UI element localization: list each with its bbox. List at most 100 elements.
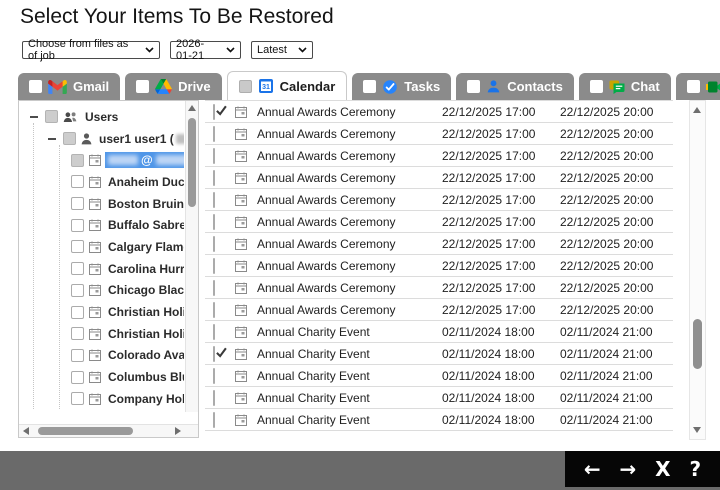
tree-item-checkbox[interactable] [71, 371, 84, 384]
tree-item[interactable]: Chicago Blackha [19, 280, 184, 302]
tree-item-checkbox[interactable] [71, 349, 84, 362]
tab-gmail[interactable]: Gmail [18, 73, 120, 100]
event-row[interactable]: Annual Awards Ceremony 22/12/2025 17:00 … [205, 101, 673, 123]
event-row[interactable]: Annual Charity Event 02/11/2024 18:00 02… [205, 365, 673, 387]
scroll-up-arrow-icon[interactable] [188, 105, 196, 111]
event-row[interactable]: Annual Awards Ceremony 22/12/2025 17:00 … [205, 123, 673, 145]
tab-drive[interactable]: Drive [125, 73, 222, 100]
event-row[interactable]: Annual Awards Ceremony 22/12/2025 17:00 … [205, 189, 673, 211]
back-button[interactable]: ← [584, 459, 601, 479]
tab-checkbox[interactable] [687, 80, 700, 93]
tab-calendar[interactable]: 31 Calendar [227, 71, 348, 100]
event-row[interactable]: Annual Charity Event 02/11/2024 18:00 02… [205, 321, 673, 343]
help-button[interactable]: ? [689, 459, 701, 479]
collapse-toggle[interactable] [48, 138, 56, 140]
calendar-glyph-icon [235, 370, 257, 382]
tree-item-checkbox[interactable] [71, 175, 84, 188]
tree-item-checkbox[interactable] [71, 154, 84, 167]
job-source-select[interactable]: Choose from files as of job [22, 41, 160, 59]
tree-item[interactable]: Boston Bruins [19, 193, 184, 215]
tab-checkbox[interactable] [363, 80, 376, 93]
tree-item[interactable]: Carolina Hurrica [19, 258, 184, 280]
event-checkbox[interactable] [213, 302, 215, 318]
job-version-select[interactable]: Latest [251, 41, 313, 59]
tree-item[interactable]: Buffalo Sabres [19, 214, 184, 236]
tree-item[interactable]: Calgary Flames [19, 236, 184, 258]
event-start: 22/12/2025 17:00 [442, 171, 560, 185]
event-start: 22/12/2025 17:00 [442, 281, 560, 295]
event-checkbox[interactable] [213, 324, 215, 340]
event-row[interactable]: Annual Charity Event 02/11/2024 18:00 02… [205, 387, 673, 409]
tree-vertical-scroll-thumb[interactable] [188, 118, 196, 207]
event-row[interactable]: Annual Awards Ceremony 22/12/2025 17:00 … [205, 145, 673, 167]
tree-item[interactable]: Company Holida [19, 388, 184, 410]
table-vertical-scroll-thumb[interactable] [693, 319, 702, 369]
event-checkbox[interactable] [213, 280, 215, 296]
table-vertical-scrollbar[interactable] [689, 100, 706, 440]
tree-item-checkbox[interactable] [71, 284, 84, 297]
collapse-toggle[interactable] [30, 116, 38, 118]
job-version-value: Latest [257, 44, 287, 56]
tab-contacts[interactable]: Contacts [456, 73, 574, 100]
event-checkbox[interactable] [213, 192, 215, 208]
event-checkbox[interactable] [213, 104, 215, 120]
event-row[interactable]: Annual Awards Ceremony 22/12/2025 17:00 … [205, 167, 673, 189]
tree-item-checkbox[interactable] [45, 110, 58, 123]
tree-item[interactable]: @ [19, 149, 184, 171]
tab-checkbox[interactable] [590, 80, 603, 93]
scroll-up-arrow-icon[interactable] [693, 107, 701, 113]
event-end: 02/11/2024 21:00 [560, 347, 673, 361]
tab-checkbox[interactable] [239, 80, 252, 93]
tree-item-checkbox[interactable] [71, 197, 84, 210]
event-checkbox[interactable] [213, 148, 215, 164]
tab-checkbox[interactable] [29, 80, 42, 93]
tree-item[interactable]: Christian Holida [19, 301, 184, 323]
event-checkbox[interactable] [213, 126, 215, 142]
tree-item-checkbox[interactable] [71, 306, 84, 319]
tree-item[interactable]: Users [19, 106, 184, 128]
event-checkbox[interactable] [213, 214, 215, 230]
tree-vertical-scrollbar[interactable] [185, 101, 198, 412]
event-row[interactable]: Annual Awards Ceremony 22/12/2025 17:00 … [205, 299, 673, 321]
tab-meet[interactable]: Meet [676, 73, 720, 100]
tree-item[interactable]: Anaheim Ducks [19, 171, 184, 193]
close-button[interactable]: X [655, 459, 670, 479]
event-row[interactable]: Annual Awards Ceremony 22/12/2025 17:00 … [205, 233, 673, 255]
tree-item[interactable]: user1 user1 ( [19, 128, 184, 150]
event-checkbox[interactable] [213, 258, 215, 274]
scroll-left-arrow-icon[interactable] [23, 427, 29, 435]
event-checkbox[interactable] [213, 368, 215, 384]
tree-horizontal-scrollbar[interactable] [19, 424, 198, 437]
event-row[interactable]: Annual Charity Event 02/11/2024 18:00 02… [205, 343, 673, 365]
event-checkbox[interactable] [213, 346, 215, 362]
tree-item-checkbox[interactable] [63, 132, 76, 145]
event-row[interactable]: Annual Charity Event 02/11/2024 18:00 02… [205, 409, 673, 431]
event-row[interactable]: Annual Awards Ceremony 22/12/2025 17:00 … [205, 277, 673, 299]
event-row[interactable]: Annual Awards Ceremony 22/12/2025 17:00 … [205, 255, 673, 277]
tree-horizontal-scroll-thumb[interactable] [38, 427, 133, 435]
tree-item[interactable]: Christian Holida [19, 323, 184, 345]
tab-tasks[interactable]: Tasks [352, 73, 451, 100]
event-checkbox[interactable] [213, 412, 215, 428]
event-checkbox[interactable] [213, 170, 215, 186]
tree-item-checkbox[interactable] [71, 240, 84, 253]
tree-item[interactable]: Colorado Avalan [19, 345, 184, 367]
tree-item-checkbox[interactable] [71, 392, 84, 405]
event-checkbox[interactable] [213, 390, 215, 406]
calendar-glyph-icon [89, 241, 101, 253]
tab-checkbox[interactable] [467, 80, 480, 93]
job-date-select[interactable]: 2026-01-21 [170, 41, 241, 59]
tree-item-checkbox[interactable] [71, 327, 84, 340]
tree-item[interactable]: Columbus Blue [19, 366, 184, 388]
tab-checkbox[interactable] [136, 80, 149, 93]
tab-chat[interactable]: Chat [579, 73, 671, 100]
tree-item-checkbox[interactable] [71, 262, 84, 275]
event-start: 22/12/2025 17:00 [442, 105, 560, 119]
tree-item-checkbox[interactable] [71, 219, 84, 232]
calendar-glyph-icon [89, 284, 101, 296]
scroll-right-arrow-icon[interactable] [175, 427, 181, 435]
event-row[interactable]: Annual Awards Ceremony 22/12/2025 17:00 … [205, 211, 673, 233]
forward-button[interactable]: → [620, 459, 637, 479]
event-checkbox[interactable] [213, 236, 215, 252]
scroll-down-arrow-icon[interactable] [693, 427, 701, 433]
